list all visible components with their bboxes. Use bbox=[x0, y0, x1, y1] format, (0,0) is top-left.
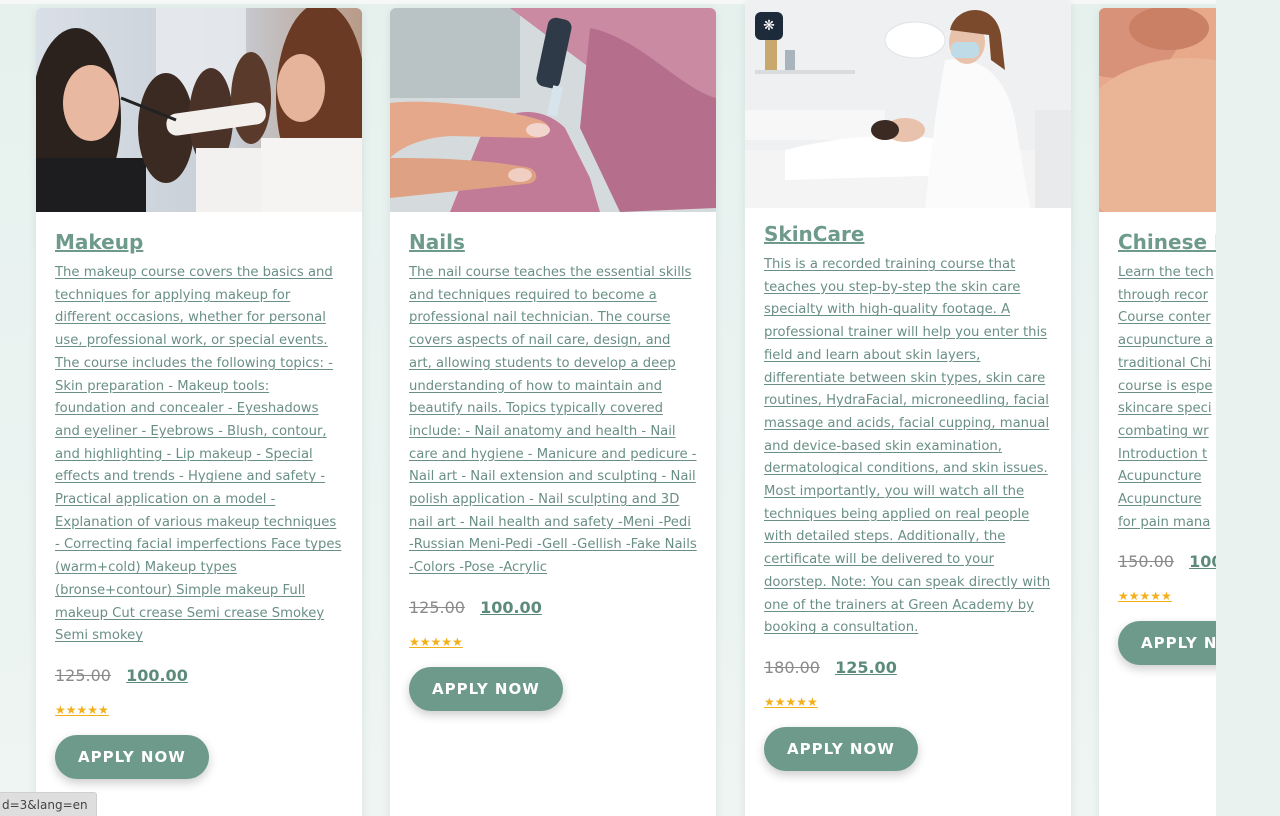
brain-icon[interactable]: ❋ bbox=[755, 12, 783, 40]
course-title[interactable]: Nails bbox=[409, 230, 697, 254]
rating-stars: ★★★★★ bbox=[55, 702, 109, 717]
course-card-skincare: ❋ SkinCare This is a recorded training c… bbox=[745, 0, 1071, 816]
skincare-photo-icon bbox=[745, 0, 1071, 208]
course-card-makeup: Makeup The makeup course covers the basi… bbox=[36, 8, 362, 816]
course-title[interactable]: Makeup bbox=[55, 230, 343, 254]
new-price[interactable]: 100.00 bbox=[126, 666, 188, 685]
old-price: 180.00 bbox=[764, 657, 820, 677]
rating-stars: ★★★★★ bbox=[409, 634, 463, 649]
makeup-course-image[interactable] bbox=[36, 8, 362, 212]
old-price: 125.00 bbox=[55, 665, 111, 685]
course-card-nails: Nails The nail course teaches the essent… bbox=[390, 8, 716, 816]
price-row: 125.00 100.00 bbox=[409, 598, 697, 617]
apply-now-button[interactable]: APPLY NOW bbox=[55, 734, 209, 779]
rating-stars: ★★★★★ bbox=[764, 694, 818, 709]
apply-now-button[interactable]: APPLY NOW bbox=[409, 666, 563, 711]
carousel-edge bbox=[1216, 0, 1280, 816]
rating-stars: ★★★★★ bbox=[1118, 589, 1172, 604]
price-row: 125.00 100.00 bbox=[55, 666, 343, 685]
acupuncture-photo-icon bbox=[1099, 8, 1216, 212]
skincare-course-image[interactable]: ❋ bbox=[745, 0, 1071, 208]
browser-status-url: d=3&lang=en bbox=[0, 792, 97, 816]
course-description[interactable]: Learn the tech through recor Course cont… bbox=[1118, 262, 1216, 534]
new-price[interactable]: 125.00 bbox=[835, 658, 897, 677]
new-price[interactable]: 100.00 bbox=[480, 598, 542, 617]
apply-now-button[interactable]: APPLY NOW bbox=[764, 726, 918, 771]
new-price[interactable]: 100 bbox=[1189, 552, 1216, 571]
old-price: 125.00 bbox=[409, 597, 465, 617]
course-card-chinese: Chinese I Learn the tech through recor C… bbox=[1099, 8, 1216, 816]
apply-now-button[interactable]: APPLY N bbox=[1118, 621, 1216, 666]
course-carousel: Makeup The makeup course covers the basi… bbox=[0, 0, 1216, 816]
nails-photo-icon bbox=[390, 8, 716, 212]
course-title[interactable]: SkinCare bbox=[764, 222, 1052, 246]
old-price: 150.00 bbox=[1118, 552, 1174, 572]
course-title[interactable]: Chinese I bbox=[1118, 230, 1216, 254]
nails-course-image[interactable] bbox=[390, 8, 716, 212]
price-row: 180.00 125.00 bbox=[764, 658, 1052, 677]
makeup-photo-icon bbox=[36, 8, 362, 212]
course-description[interactable]: This is a recorded training course that … bbox=[764, 254, 1052, 640]
course-description[interactable]: The nail course teaches the essential sk… bbox=[409, 262, 697, 580]
course-description[interactable]: The makeup course covers the basics and … bbox=[55, 262, 343, 648]
acupuncture-course-image[interactable] bbox=[1099, 8, 1216, 212]
price-row: 150.00 100 bbox=[1118, 552, 1216, 571]
